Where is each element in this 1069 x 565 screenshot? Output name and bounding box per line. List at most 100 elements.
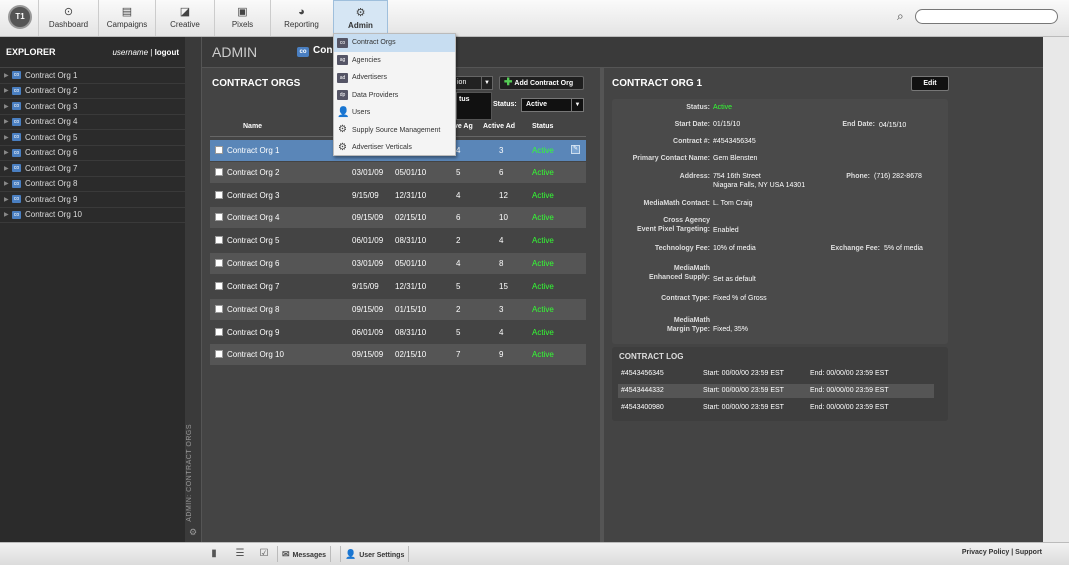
table-row[interactable]: Contract Org 5 06/01/09 08/31/10 2 4 Active — [210, 230, 586, 251]
explorer-item[interactable]: ▶ co Contract Org 8 — [0, 177, 185, 192]
row-name[interactable]: Contract Org 10 — [227, 350, 284, 359]
edit-icon[interactable]: ✎ — [571, 145, 580, 154]
search-input[interactable] — [915, 9, 1058, 24]
explorer-item[interactable]: ▶ co Contract Org 6 — [0, 146, 185, 161]
row-name[interactable]: Contract Org 8 — [227, 305, 279, 314]
support-link[interactable]: Support — [1015, 549, 1042, 556]
table-row[interactable]: Contract Org 10 09/15/09 02/15/10 7 9 Active — [210, 344, 586, 365]
user-settings-label: User Settings — [359, 552, 405, 559]
row-checkbox[interactable] — [215, 191, 223, 199]
explorer-item[interactable]: ▶ co Contract Org 2 — [0, 84, 185, 99]
explorer-item[interactable]: ▶ co Contract Org 7 — [0, 161, 185, 177]
explorer-item[interactable]: ▶ co Contract Org 9 — [0, 192, 185, 208]
table-row[interactable]: Contract Org 9 06/01/09 08/31/10 5 4 Active — [210, 322, 586, 343]
status-select[interactable]: Active ▼ — [521, 98, 584, 112]
row-checkbox[interactable] — [215, 213, 223, 221]
admin-menu-item[interactable]: ⚙ Supply Source Management — [334, 122, 455, 140]
expand-arrow-icon[interactable]: ▶ — [4, 87, 10, 94]
row-name[interactable]: Contract Org 7 — [227, 282, 279, 291]
column-divider[interactable] — [600, 68, 604, 542]
row-checkbox[interactable] — [215, 146, 223, 154]
privacy-policy-link[interactable]: Privacy Policy — [962, 549, 1009, 556]
gear-icon[interactable]: ⚙ — [189, 527, 197, 538]
table-row[interactable]: Contract Org 3 9/15/09 12/31/10 4 12 Active — [210, 185, 586, 206]
contract-log-row[interactable]: #4543444332 Start: 00/00/00 23:59 EST End:… — [618, 384, 934, 398]
nav-pixels[interactable]: ▣ Pixels — [214, 0, 270, 36]
add-contract-org-button[interactable]: ✚ Add Contract Org — [499, 76, 584, 90]
expand-arrow-icon[interactable]: ▶ — [4, 180, 10, 187]
row-checkbox[interactable] — [215, 168, 223, 176]
row-checkbox[interactable] — [215, 328, 223, 336]
admin-menu-item[interactable]: 👤 Users — [334, 104, 455, 122]
expand-arrow-icon[interactable]: ▶ — [4, 196, 10, 203]
row-status: Active — [532, 236, 554, 245]
table-row[interactable]: Contract Org 7 9/15/09 12/31/10 5 15 Active — [210, 276, 586, 297]
row-name[interactable]: Contract Org 4 — [227, 213, 279, 222]
admin-menu-item[interactable]: ag Agencies — [334, 52, 455, 70]
expand-arrow-icon[interactable]: ▶ — [4, 165, 10, 172]
nav-admin[interactable]: ⚙ Admin — [333, 0, 388, 36]
explorer-header: EXPLORER username | logout — [0, 37, 185, 68]
contract-org-badge-icon: co — [12, 210, 21, 219]
row-name[interactable]: Contract Org 3 — [227, 191, 279, 200]
expand-arrow-icon[interactable]: ▶ — [4, 118, 10, 125]
admin-menu-item[interactable]: ad Advertisers — [334, 69, 455, 87]
expand-arrow-icon[interactable]: ▶ — [4, 72, 10, 79]
col-active-advertisers[interactable]: Active Ad — [483, 123, 515, 130]
row-checkbox[interactable] — [215, 282, 223, 290]
row-name[interactable]: Contract Org 1 — [227, 146, 279, 155]
edit-button[interactable]: Edit — [911, 76, 949, 91]
filter-dropdown[interactable]: ion ▼ — [452, 76, 493, 90]
logout-link[interactable]: logout — [155, 48, 179, 57]
contract-log-row[interactable]: #4543456345 Start: 00/00/00 23:59 EST End:… — [618, 367, 934, 381]
row-name[interactable]: Contract Org 6 — [227, 259, 279, 268]
clipboard-icon[interactable]: ☑ — [258, 548, 270, 560]
messages-button[interactable]: ✉ Messages — [277, 546, 332, 562]
table-row[interactable]: Contract Org 6 03/01/09 05/01/10 4 8 Active — [210, 253, 586, 274]
admin-menu-item[interactable]: ⚙ Advertiser Verticals — [334, 139, 455, 157]
expand-arrow-icon[interactable]: ▶ — [4, 211, 10, 218]
address-line-1: 754 16th Street — [713, 173, 761, 180]
envelope-icon: ✉ — [282, 549, 290, 559]
t1-logo[interactable]: T1 — [8, 5, 32, 29]
row-checkbox[interactable] — [215, 236, 223, 244]
top-nav: T1 ⊙ Dashboard ▤ Campaigns ◪ Creative ▣ … — [0, 0, 1069, 37]
admin-menu-item[interactable]: dp Data Providers — [334, 87, 455, 105]
book-icon[interactable]: ▮ — [208, 548, 220, 560]
popover-text: tus — [459, 96, 470, 103]
row-start-date: 03/01/09 — [352, 168, 384, 177]
row-checkbox[interactable] — [215, 259, 223, 267]
explorer-item[interactable]: ▶ co Contract Org 5 — [0, 130, 185, 146]
nav-campaigns[interactable]: ▤ Campaigns — [98, 0, 155, 36]
column-filter-popover[interactable]: tus — [456, 92, 492, 120]
row-checkbox[interactable] — [215, 350, 223, 358]
address-label: Address: — [679, 173, 710, 180]
row-name[interactable]: Contract Org 9 — [227, 328, 279, 337]
nav-reporting[interactable]: ◕ Reporting — [270, 0, 332, 36]
admin-menu-item[interactable]: co Contract Orgs — [334, 34, 455, 52]
table-row[interactable]: Contract Org 4 09/15/09 02/15/10 6 10 Active — [210, 207, 586, 228]
expand-arrow-icon[interactable]: ▶ — [4, 134, 10, 141]
log-start: Start: 00/00/00 23:59 EST — [703, 370, 784, 377]
table-row[interactable]: Contract Org 8 09/15/09 01/15/10 2 3 Active — [210, 299, 586, 320]
user-settings-button[interactable]: 👤 User Settings — [340, 546, 410, 562]
gear-icon: ⚙ — [355, 7, 366, 19]
explorer-item[interactable]: ▶ co Contract Org 10 — [0, 208, 185, 223]
explorer-item[interactable]: ▶ co Contract Org 1 — [0, 68, 185, 84]
notes-icon[interactable]: ☰ — [234, 548, 246, 560]
expand-arrow-icon[interactable]: ▶ — [4, 103, 10, 110]
explorer-item[interactable]: ▶ co Contract Org 4 — [0, 115, 185, 130]
row-name[interactable]: Contract Org 5 — [227, 236, 279, 245]
expand-arrow-icon[interactable]: ▶ — [4, 149, 10, 156]
vertical-tab[interactable]: ADMIN: CONTRACT ORGS ⚙ — [185, 37, 202, 542]
nav-creative[interactable]: ◪ Creative — [155, 0, 214, 36]
row-checkbox[interactable] — [215, 305, 223, 313]
contract-log-row[interactable]: #4543400980 Start: 00/00/00 23:59 EST End:… — [618, 401, 934, 415]
col-name[interactable]: Name — [243, 123, 262, 130]
explorer-item[interactable]: ▶ co Contract Org 3 — [0, 99, 185, 115]
row-name[interactable]: Contract Org 2 — [227, 168, 279, 177]
table-row[interactable]: Contract Org 2 03/01/09 05/01/10 5 6 Active — [210, 162, 586, 183]
col-status[interactable]: Status — [532, 123, 553, 130]
nav-dashboard[interactable]: ⊙ Dashboard — [38, 0, 98, 36]
row-active-agencies: 7 — [456, 350, 461, 359]
